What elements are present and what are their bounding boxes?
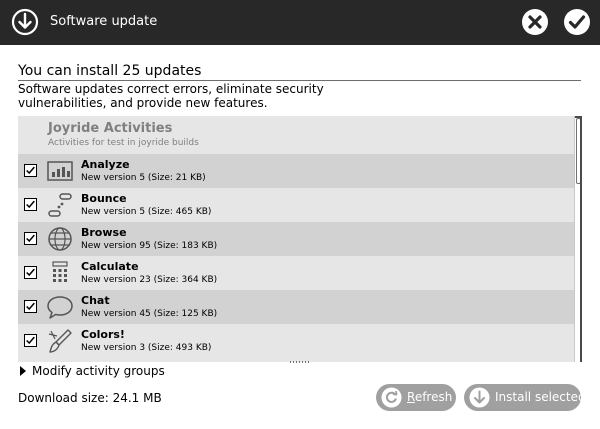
confirm-button[interactable] bbox=[563, 8, 591, 36]
update-version: New version 95 (Size: 183 KB) bbox=[81, 241, 218, 251]
update-version: New version 45 (Size: 125 KB) bbox=[81, 309, 218, 319]
list-item[interactable]: Chat New version 45 (Size: 125 KB) bbox=[18, 290, 574, 324]
update-name: Bounce bbox=[81, 192, 127, 205]
group-header: Joyride Activities Activities for test i… bbox=[18, 116, 574, 154]
update-name: Calculate bbox=[81, 260, 139, 273]
install-selected-button[interactable]: Install selected bbox=[464, 384, 586, 411]
heading-divider bbox=[18, 80, 581, 81]
list-item[interactable]: Calculate New version 23 (Size: 364 KB) bbox=[18, 256, 574, 290]
download-arrow-icon bbox=[11, 8, 39, 36]
list-item[interactable]: Browse New version 95 (Size: 183 KB) bbox=[18, 222, 574, 256]
list-item[interactable]: Colors! New version 3 (Size: 493 KB) bbox=[18, 324, 574, 358]
list-frame-edge bbox=[575, 116, 582, 362]
group-subtitle: Activities for test in joyride builds bbox=[48, 138, 199, 148]
update-name: Analyze bbox=[81, 158, 130, 171]
window-title: Software update bbox=[50, 14, 158, 29]
update-name: Browse bbox=[81, 226, 127, 239]
refresh-icon bbox=[381, 387, 402, 408]
install-selected-label: Install selected bbox=[495, 390, 586, 404]
update-version: New version 5 (Size: 21 KB) bbox=[81, 173, 206, 183]
calculate-keypad-icon bbox=[52, 261, 68, 282]
expander-arrow-icon bbox=[20, 366, 26, 376]
refresh-label: Refresh bbox=[407, 390, 453, 404]
update-version: New version 5 (Size: 465 KB) bbox=[81, 207, 212, 217]
group-title: Joyride Activities bbox=[48, 121, 173, 136]
update-checkbox[interactable] bbox=[24, 198, 37, 211]
modify-activity-groups-toggle[interactable]: Modify activity groups bbox=[20, 364, 165, 378]
browse-globe-icon bbox=[48, 227, 72, 251]
download-size: Download size: 24.1 MB bbox=[18, 391, 162, 405]
chat-bubble-icon bbox=[47, 296, 73, 319]
update-checkbox[interactable] bbox=[24, 164, 37, 177]
resize-grip[interactable] bbox=[290, 361, 310, 363]
refresh-button[interactable]: Refresh bbox=[376, 384, 456, 411]
list-item[interactable]: Bounce New version 5 (Size: 465 KB) bbox=[18, 188, 574, 222]
update-list[interactable]: Joyride Activities Activities for test i… bbox=[18, 116, 581, 362]
update-checkbox[interactable] bbox=[24, 334, 37, 347]
modify-label: Modify activity groups bbox=[32, 364, 165, 378]
bounce-icon bbox=[48, 193, 72, 217]
updates-heading: You can install 25 updates bbox=[18, 63, 202, 79]
update-checkbox[interactable] bbox=[24, 232, 37, 245]
update-checkbox[interactable] bbox=[24, 300, 37, 313]
colors-brush-icon bbox=[48, 329, 72, 353]
update-version: New version 23 (Size: 364 KB) bbox=[81, 275, 218, 285]
update-name: Colors! bbox=[81, 328, 125, 341]
list-item[interactable]: Analyze New version 5 (Size: 21 KB) bbox=[18, 154, 574, 188]
cancel-button[interactable] bbox=[521, 8, 549, 36]
update-version: New version 3 (Size: 493 KB) bbox=[81, 343, 212, 353]
title-bar: Software update bbox=[0, 0, 600, 45]
update-name: Chat bbox=[81, 294, 110, 307]
updates-description: Software updates correct errors, elimina… bbox=[18, 82, 324, 110]
install-arrow-icon bbox=[469, 387, 490, 408]
analyze-chart-icon bbox=[47, 161, 73, 181]
update-checkbox[interactable] bbox=[24, 266, 37, 279]
